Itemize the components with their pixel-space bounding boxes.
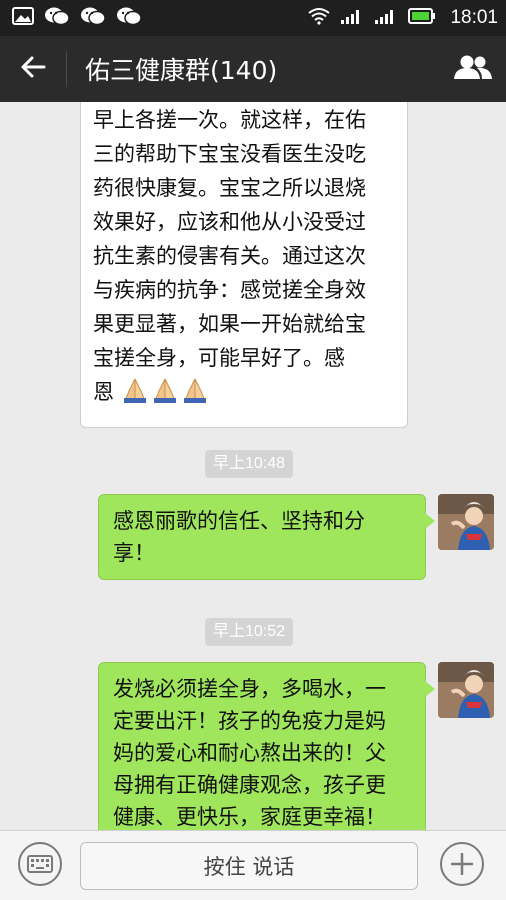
- message-bubble-incoming[interactable]: 早上各搓一次。就这样，在佑 三的帮助下宝宝没看医生没吃 药很快康复。宝宝之所以退…: [80, 102, 408, 428]
- message-line: 三的帮助下宝宝没看医生没吃: [93, 142, 366, 166]
- message-text: 恩: [93, 380, 114, 404]
- battery-icon: [408, 8, 436, 28]
- wifi-icon: [308, 7, 331, 29]
- avatar[interactable]: [438, 494, 494, 550]
- message-line: 享！: [113, 541, 155, 565]
- signal-icon: [374, 7, 398, 29]
- wechat-icon: [116, 6, 142, 30]
- gallery-icon: [12, 7, 34, 29]
- avatar[interactable]: [438, 662, 494, 718]
- message-line: 药很快康复。宝宝之所以退烧: [93, 176, 366, 200]
- keyboard-icon: [17, 841, 63, 891]
- message-line: 早上各搓一次。就这样，在佑: [93, 108, 366, 132]
- praying-hands-emoji-icon: [121, 377, 209, 413]
- hold-to-talk-button[interactable]: 按住 说话: [80, 841, 418, 890]
- chat-header: 佑三健康群(140): [0, 36, 506, 102]
- chat-title: 佑三健康群(140): [85, 56, 278, 85]
- message-line-last: 恩: [93, 375, 391, 413]
- keyboard-toggle-button[interactable]: [0, 831, 80, 900]
- back-arrow-icon: [20, 55, 46, 83]
- message-line: 发烧必须搓全身，多喝水，一: [113, 677, 386, 701]
- message-line: 妈的爱心和耐心熬出来的！父: [113, 741, 386, 765]
- message-line: 感恩丽歌的信任、坚持和分: [113, 509, 365, 533]
- message-line: 效果好，应该和他从小没受过: [93, 210, 366, 234]
- wechat-icon: [44, 6, 70, 30]
- status-bar: 18:01: [0, 0, 506, 36]
- message-line: 定要出汗！孩子的免疫力是妈: [113, 709, 386, 733]
- chat-area[interactable]: 早上各搓一次。就这样，在佑 三的帮助下宝宝没看医生没吃 药很快康复。宝宝之所以退…: [0, 102, 506, 830]
- timestamp: 早上10:48: [205, 450, 294, 478]
- message-bubble-outgoing[interactable]: 发烧必须搓全身，多喝水，一 定要出汗！孩子的免疫力是妈 妈的爱心和耐心熬出来的！…: [98, 662, 435, 830]
- message-line: 健康、更快乐，家庭更幸福！: [113, 805, 386, 829]
- header-divider: [66, 51, 67, 87]
- message-line: 抗生素的侵害有关。通过这次: [93, 244, 366, 268]
- message-line: 果更显著，如果一开始就给宝: [93, 312, 366, 336]
- message-bubble-outgoing[interactable]: 感恩丽歌的信任、坚持和分 享！: [98, 494, 435, 580]
- group-members-button[interactable]: [440, 36, 506, 102]
- wechat-icon: [80, 6, 106, 30]
- plus-icon: [439, 841, 485, 891]
- timestamp: 早上10:52: [205, 618, 294, 646]
- more-options-button[interactable]: [418, 831, 506, 900]
- message-line: 与疾病的抗争：感觉搓全身效: [93, 278, 366, 302]
- people-icon: [453, 54, 493, 84]
- signal-icon: [340, 7, 364, 29]
- back-button[interactable]: [0, 36, 66, 102]
- message-line: 宝搓全身，可能早好了。感: [93, 346, 345, 370]
- input-bar: 按住 说话: [0, 830, 506, 900]
- message-line: 母拥有正确健康观念，孩子更: [113, 773, 386, 797]
- status-time: 18:01: [450, 7, 498, 28]
